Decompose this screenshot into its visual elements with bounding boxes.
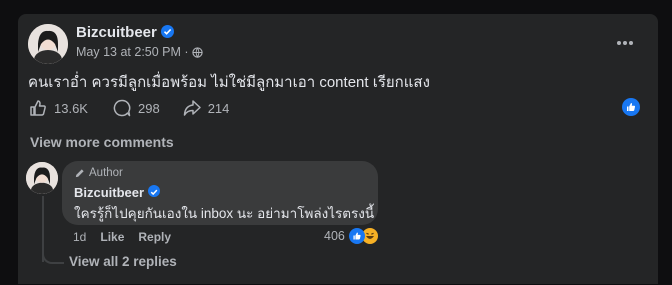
reaction-like-icon[interactable] bbox=[622, 98, 640, 121]
meta-separator: · bbox=[184, 45, 189, 59]
author-avatar[interactable] bbox=[28, 24, 68, 64]
comment-icon[interactable] bbox=[112, 98, 132, 118]
post-actions-row: 13.6K 298 214 bbox=[28, 98, 229, 118]
post-card: Bizcuitbeer May 13 at 2:50 PM · คนเราอ่ำ… bbox=[18, 14, 658, 284]
comment-reply-button[interactable]: Reply bbox=[138, 230, 171, 244]
comment-reaction-count: 406 bbox=[324, 229, 345, 243]
post-text: คนเราอ่ำ ควรมีลูกเมื่อพร้อม ไม่ใช่มีลูกม… bbox=[28, 74, 430, 91]
post-author-name[interactable]: Bizcuitbeer bbox=[76, 24, 157, 41]
globe-icon bbox=[192, 47, 203, 61]
like-icon[interactable] bbox=[28, 98, 48, 118]
verified-badge-icon bbox=[160, 25, 174, 38]
like-count: 13.6K bbox=[54, 100, 88, 116]
like-reaction-icon bbox=[348, 228, 365, 244]
comment-count: 298 bbox=[137, 100, 160, 116]
comment-author-row: Bizcuitbeer bbox=[74, 184, 161, 202]
share-count: 214 bbox=[207, 100, 230, 116]
comment-text: ใครรู้ก็ไปคุยกันเองใน inbox นะ อย่ามาโพล… bbox=[74, 206, 375, 221]
post-timestamp[interactable]: May 13 at 2:50 PM bbox=[76, 45, 181, 59]
view-all-replies[interactable]: View all 2 replies bbox=[69, 254, 177, 269]
comment-time[interactable]: 1d bbox=[73, 230, 86, 244]
author-tag: Author bbox=[74, 167, 123, 179]
comment-bubble: Author Bizcuitbeer ใครรู้ก็ไปคุยกันเองใน… bbox=[62, 161, 378, 225]
comment-like-button[interactable]: Like bbox=[100, 230, 124, 244]
share-icon[interactable] bbox=[182, 98, 202, 118]
post-meta: May 13 at 2:50 PM · bbox=[76, 45, 203, 61]
thread-curve bbox=[42, 246, 64, 264]
more-dots-icon[interactable] bbox=[616, 30, 634, 51]
post-author-row: Bizcuitbeer bbox=[76, 24, 174, 42]
comment-author-avatar[interactable] bbox=[26, 162, 58, 194]
author-badge-label: Author bbox=[89, 167, 123, 179]
comment-actions: 1d Like Reply bbox=[73, 230, 171, 244]
verified-badge-icon bbox=[148, 185, 161, 197]
comment-reactions[interactable]: 406 bbox=[324, 228, 378, 244]
comment-author-name[interactable]: Bizcuitbeer bbox=[74, 185, 144, 200]
view-more-comments[interactable]: View more comments bbox=[30, 134, 174, 150]
pencil-icon bbox=[74, 168, 85, 179]
